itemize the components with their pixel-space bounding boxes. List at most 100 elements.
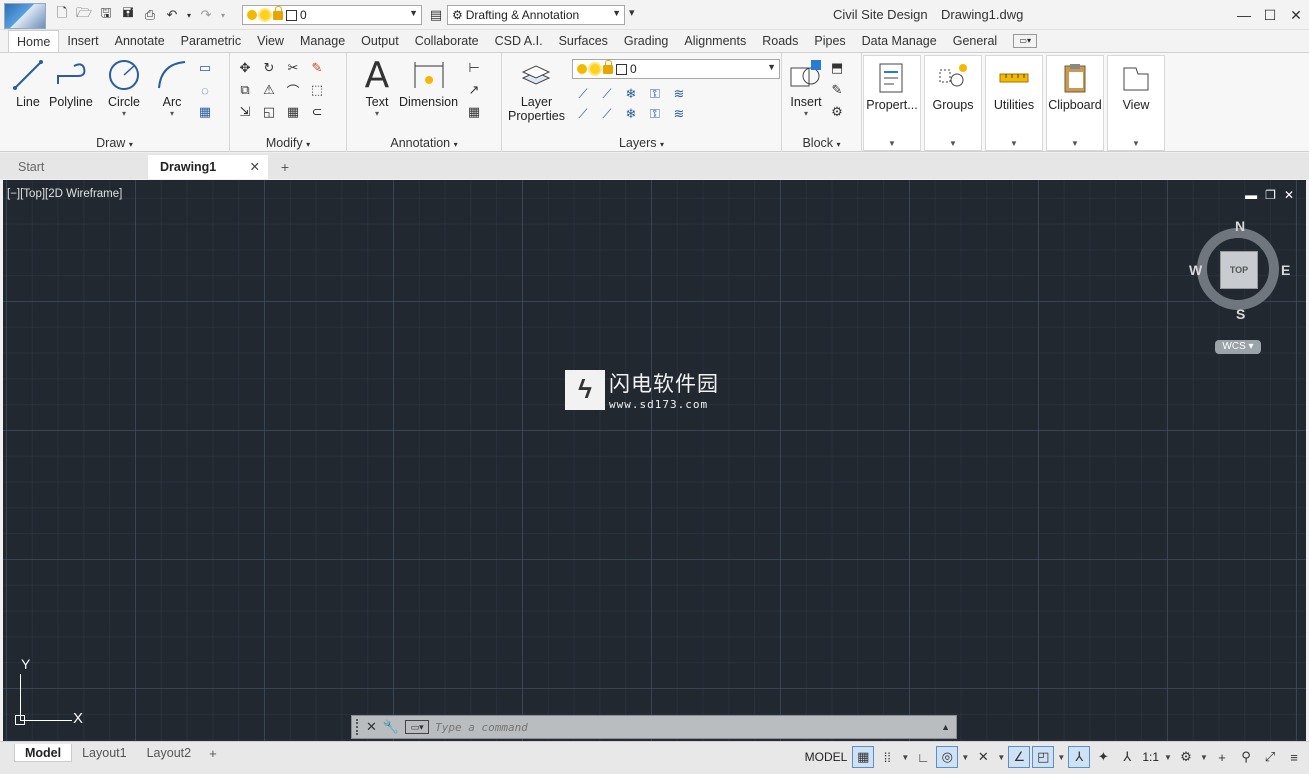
chevron-up-icon[interactable]: ▲ <box>941 722 950 732</box>
tab-insert[interactable]: Insert <box>59 30 106 52</box>
tab-csd-ai[interactable]: CSD A.I. <box>487 30 551 52</box>
groups-tile[interactable]: Groups ▼ <box>924 55 982 151</box>
undo-icon[interactable]: ↶ <box>162 5 182 25</box>
layer-off-icon[interactable]: ⟋ <box>574 85 592 103</box>
utilities-tile[interactable]: Utilities ▼ <box>985 55 1043 151</box>
view-tile[interactable]: View ▼ <box>1107 55 1165 151</box>
compass-south[interactable]: S <box>1236 306 1245 322</box>
block-attributes-icon[interactable]: ⚙ <box>828 103 846 121</box>
layer-properties-button[interactable]: Layer Properties <box>508 57 565 123</box>
plus-icon[interactable]: + <box>1211 746 1233 768</box>
dimension-button[interactable]: Dimension <box>399 57 458 109</box>
create-block-icon[interactable]: ⬒ <box>828 59 846 77</box>
copy-icon[interactable]: ⧉ <box>236 81 254 99</box>
layer-thaw-icon[interactable]: ❄ <box>622 105 640 123</box>
tab-home[interactable]: Home <box>8 30 60 52</box>
viewport-controls-label[interactable]: [−][Top][2D Wireframe] <box>7 188 122 200</box>
isodraft-icon[interactable]: ✕ <box>972 746 994 768</box>
annotation-scale-value[interactable]: 1:1 <box>1140 750 1161 764</box>
compass-north[interactable]: N <box>1235 218 1245 234</box>
plot-icon[interactable]: ⎙ <box>140 5 160 25</box>
layer-unlock-icon[interactable]: ⚿ <box>646 105 664 123</box>
app-menu-button[interactable] <box>4 3 46 29</box>
model-space-button[interactable]: MODEL <box>802 747 851 767</box>
layer-freeze-icon[interactable]: ❄ <box>622 85 640 103</box>
layer-states-icon[interactable]: ▤ <box>426 5 446 25</box>
layer-match-icon[interactable]: ≋ <box>670 85 688 103</box>
osnap-icon[interactable]: ◰ <box>1032 746 1055 768</box>
add-layout-button[interactable]: + <box>201 746 225 761</box>
command-input[interactable] <box>435 718 936 736</box>
tab-alignments[interactable]: Alignments <box>676 30 754 52</box>
chevron-down-icon[interactable]: ▼ <box>960 753 970 762</box>
tab-layout1[interactable]: Layout1 <box>72 744 136 762</box>
polyline-button[interactable]: Polyline <box>49 57 93 109</box>
tab-drawing1[interactable]: Drawing1 ✕ <box>148 155 268 179</box>
isolate-objects-icon[interactable]: ⚲ <box>1235 746 1257 768</box>
line-button[interactable]: Line <box>10 57 46 109</box>
maximize-icon[interactable]: ☐ <box>1257 0 1283 30</box>
circle-button[interactable]: Circle ▾ <box>106 57 142 118</box>
chevron-down-icon[interactable]: ▼ <box>996 753 1006 762</box>
redo-icon[interactable]: ↷ <box>196 5 216 25</box>
tab-manage[interactable]: Manage <box>292 30 353 52</box>
viewport-close-icon[interactable]: ✕ <box>1284 188 1294 202</box>
tab-layout2[interactable]: Layout2 <box>137 744 201 762</box>
text-button[interactable]: A Text ▾ <box>359 55 395 119</box>
linear-dim-icon[interactable]: ⊢ <box>465 59 483 77</box>
stretch-icon[interactable]: ⇲ <box>236 103 254 121</box>
tab-grading[interactable]: Grading <box>616 30 676 52</box>
rotate-icon[interactable]: ↻ <box>260 59 278 77</box>
close-tab-icon[interactable]: ✕ <box>250 155 260 179</box>
viewcube[interactable]: TOP N S E W <box>1187 216 1293 326</box>
annotation-scale-icon[interactable]: ⅄ <box>1116 746 1138 768</box>
new-icon[interactable]: 🗋 <box>52 5 72 25</box>
viewport-minimize-icon[interactable]: ▬ <box>1245 188 1257 202</box>
layer-lock-icon[interactable]: ⚿ <box>646 85 664 103</box>
polar-icon[interactable]: ◎ <box>936 746 959 768</box>
layer-combo[interactable]: 0 ▼ <box>242 5 422 25</box>
drawing-viewport[interactable]: [−][Top][2D Wireframe] ▬ ❐ ✕ TOP N S E W… <box>3 180 1306 741</box>
rectangle-icon[interactable]: ▭ <box>196 59 214 77</box>
layer-isolate-icon[interactable]: ⟋ <box>598 85 616 103</box>
new-tab-button[interactable]: + <box>274 157 296 177</box>
ribbon-minimize-icon[interactable]: ▭▾ <box>1013 34 1038 48</box>
snap-icon[interactable]: ⁞⁞ <box>876 746 898 768</box>
minimize-icon[interactable]: — <box>1231 0 1257 30</box>
arc-button[interactable]: Arc ▾ <box>154 57 190 118</box>
tab-roads[interactable]: Roads <box>754 30 806 52</box>
tab-data-manage[interactable]: Data Manage <box>854 30 945 52</box>
fullscreen-icon[interactable]: ⤢ <box>1259 746 1281 768</box>
layer-walk-icon[interactable]: ≋ <box>670 105 688 123</box>
chevron-down-icon[interactable]: ▼ <box>1199 753 1209 762</box>
open-icon[interactable]: 🗁 <box>74 5 94 25</box>
table-icon[interactable]: ▦ <box>465 103 483 121</box>
scale-icon[interactable]: ◱ <box>260 103 278 121</box>
tab-collaborate[interactable]: Collaborate <box>407 30 487 52</box>
viewcube-top-face[interactable]: TOP <box>1220 251 1258 289</box>
mirror-icon[interactable]: ⚠ <box>260 81 278 99</box>
ribbon-layer-combo[interactable]: 0 ▼ <box>572 59 780 79</box>
chevron-down-icon[interactable]: ▼ <box>900 753 910 762</box>
tab-parametric[interactable]: Parametric <box>173 30 249 52</box>
viewport-restore-icon[interactable]: ❐ <box>1265 188 1276 202</box>
edit-block-icon[interactable]: ✎ <box>828 81 846 99</box>
tab-general[interactable]: General <box>945 30 1005 52</box>
clipboard-tile[interactable]: Clipboard ▼ <box>1046 55 1104 151</box>
tab-surfaces[interactable]: Surfaces <box>551 30 616 52</box>
customize-menu-icon[interactable]: ≡ <box>1283 746 1305 768</box>
tab-model[interactable]: Model <box>14 744 73 762</box>
gradient-icon[interactable]: ▦ <box>196 103 214 121</box>
close-command-icon[interactable]: ✕ <box>366 719 377 735</box>
offset-icon[interactable]: ⊂ <box>308 103 326 121</box>
command-prompt-icon[interactable]: ▭▾ <box>405 720 430 734</box>
fillet-icon[interactable]: ⌒ <box>284 81 302 99</box>
move-icon[interactable]: ✥ <box>236 59 254 77</box>
layer-unisolate-icon[interactable]: ⟋ <box>598 105 616 123</box>
wrench-icon[interactable]: 🔧 <box>383 719 399 735</box>
grip-handle[interactable] <box>356 719 360 735</box>
compass-west[interactable]: W <box>1189 262 1202 278</box>
tab-view[interactable]: View <box>249 30 292 52</box>
erase-icon[interactable]: ✎ <box>308 59 326 77</box>
hatch-icon[interactable]: ◌ <box>196 81 214 99</box>
